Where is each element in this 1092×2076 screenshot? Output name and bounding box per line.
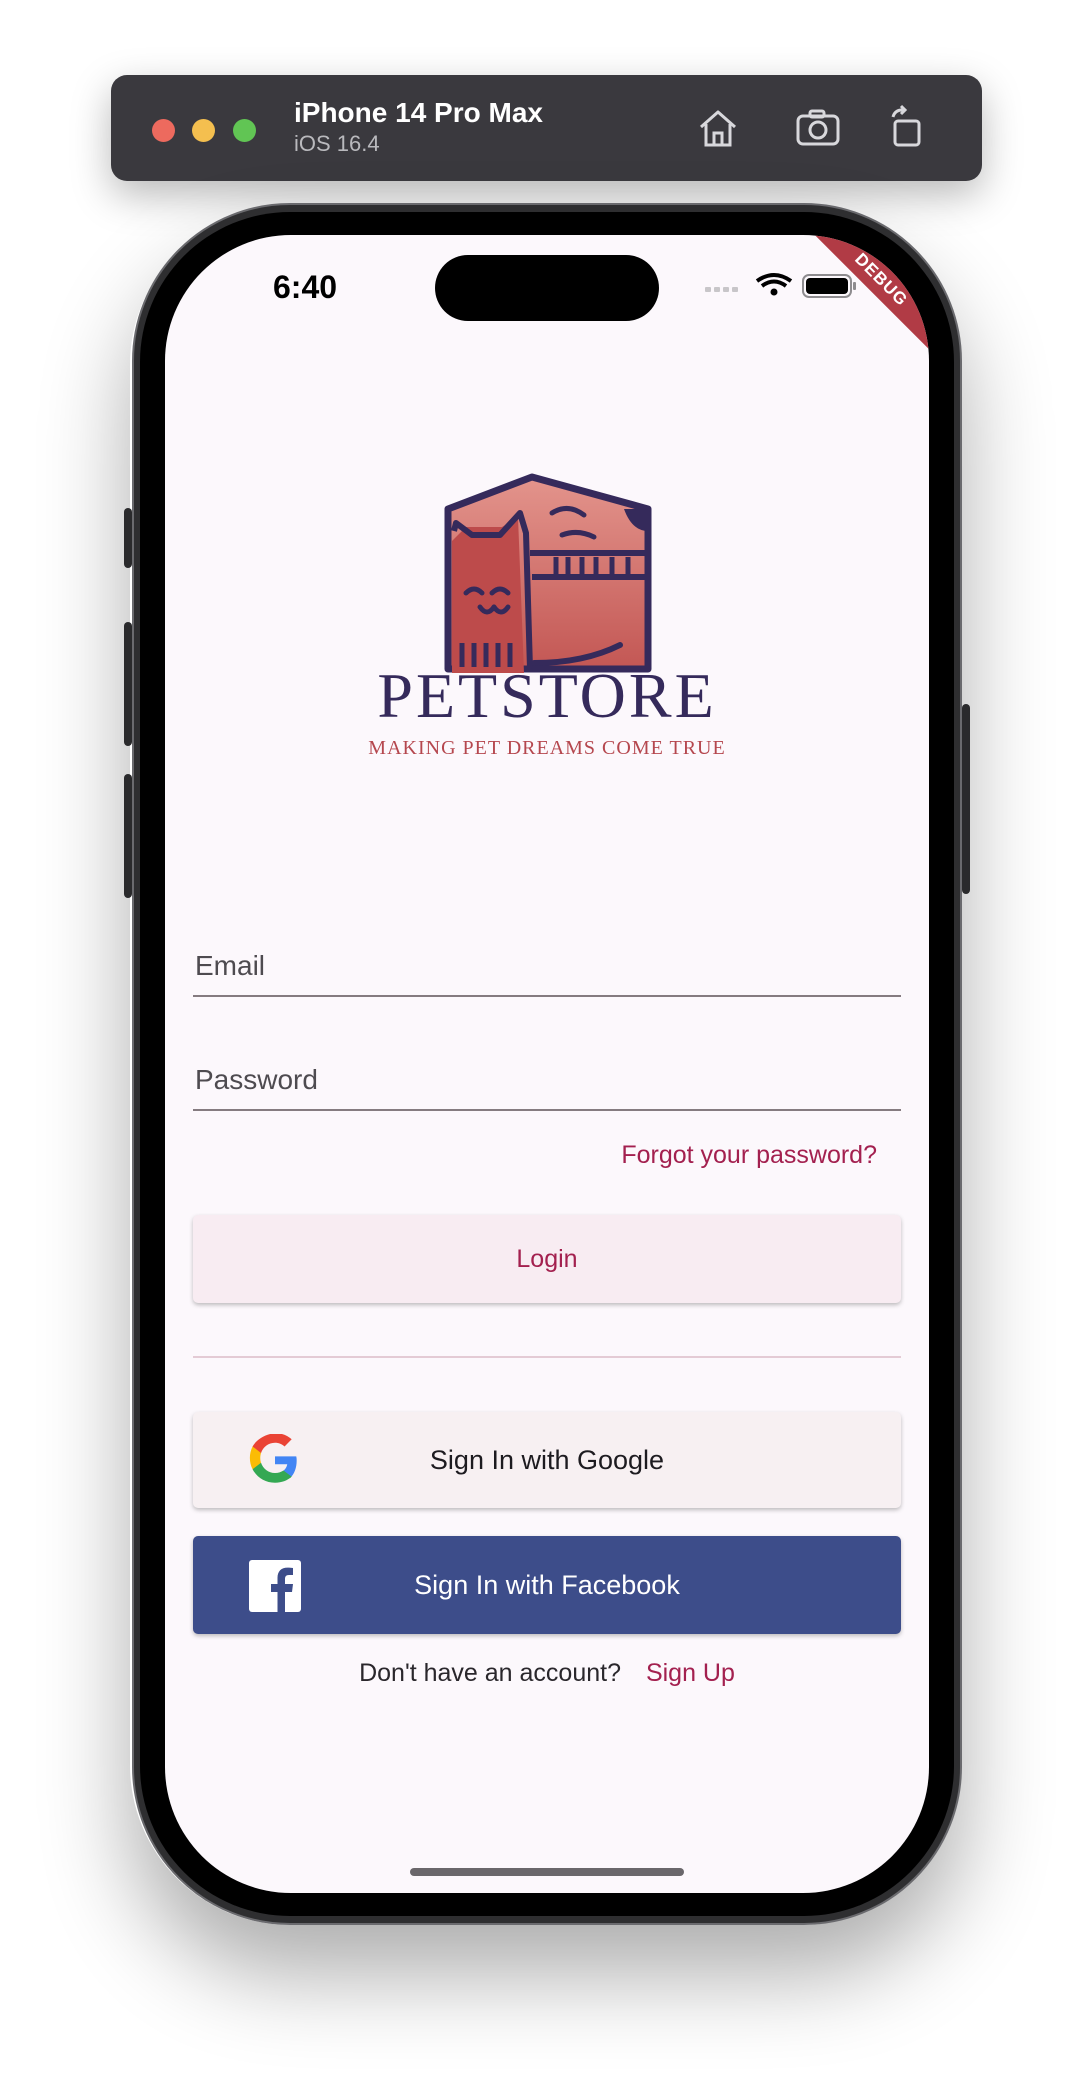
dynamic-island [435, 255, 659, 321]
simulator-toolbar: iPhone 14 Pro Max iOS 16.4 [111, 75, 982, 181]
petstore-logo: PETSTORE MAKING PET DREAMS COME TRUE [360, 473, 734, 771]
battery-icon [802, 274, 856, 298]
forgot-password-link[interactable]: Forgot your password? [621, 1141, 877, 1170]
rotate-icon[interactable] [883, 103, 933, 153]
app-screen: 6:40 DEBUG PETSTORE MAKING PET DREAMS CO… [165, 235, 929, 1893]
os-version: iOS 16.4 [294, 131, 380, 156]
status-icons [705, 273, 856, 298]
password-field [193, 1015, 905, 1111]
status-time: 6:40 [273, 269, 338, 305]
volume-up-button [124, 622, 132, 746]
volume-down-button [124, 774, 132, 898]
cat-house-logo-icon [444, 473, 652, 673]
logo-tagline: MAKING PET DREAMS COME TRUE [368, 737, 726, 759]
minimize-window-button[interactable] [192, 119, 215, 142]
google-signin-button[interactable]: Sign In with Google [193, 1412, 901, 1508]
signup-prompt: Don't have an account? [359, 1659, 621, 1687]
logo-title: PETSTORE [377, 660, 717, 731]
close-window-button[interactable] [152, 119, 175, 142]
email-input[interactable] [193, 949, 905, 983]
facebook-signin-button[interactable]: Sign In with Facebook [193, 1536, 901, 1634]
email-field [193, 901, 905, 997]
facebook-signin-label: Sign In with Facebook [414, 1570, 680, 1600]
zoom-window-button[interactable] [233, 119, 256, 142]
wifi-icon [755, 273, 793, 296]
home-icon[interactable] [693, 103, 743, 153]
google-signin-label: Sign In with Google [429, 1445, 665, 1475]
login-button[interactable]: Login [193, 1215, 901, 1303]
device-name: iPhone 14 Pro Max [294, 97, 543, 128]
signup-link[interactable]: Sign Up [646, 1659, 735, 1687]
power-button [962, 704, 970, 894]
screenshot-icon[interactable] [793, 103, 843, 153]
password-input[interactable] [193, 1063, 905, 1097]
home-indicator[interactable] [410, 1868, 684, 1876]
action-button [124, 508, 132, 568]
divider [193, 1356, 901, 1358]
signup-row: Don't have an account? Sign Up [165, 1659, 929, 1688]
cellular-signal-icon [705, 287, 738, 292]
